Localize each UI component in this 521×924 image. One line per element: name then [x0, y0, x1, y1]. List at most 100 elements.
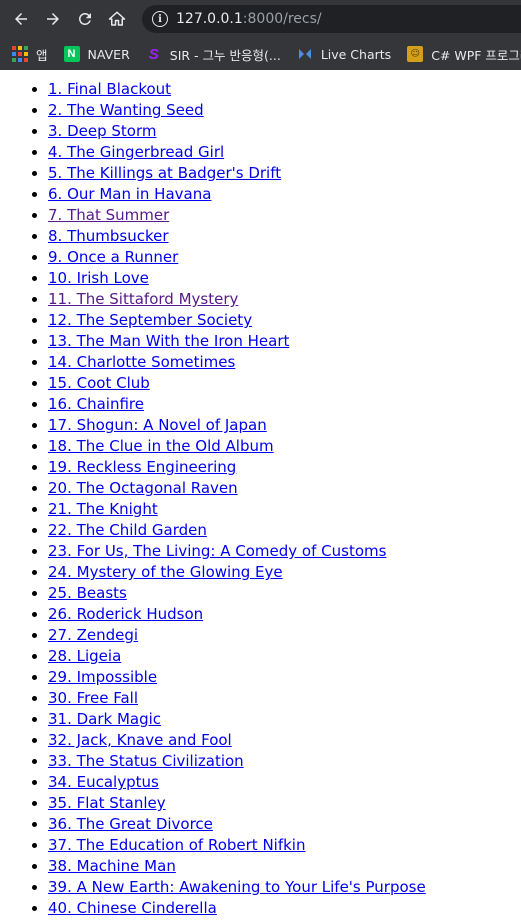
- naver-icon: N: [63, 46, 80, 62]
- list-item: 1. Final Blackout: [48, 79, 521, 100]
- list-item: 26. Roderick Hudson: [48, 604, 521, 625]
- list-item: 24. Mystery of the Glowing Eye: [48, 562, 521, 583]
- list-item: 16. Chainfire: [48, 394, 521, 415]
- list-item: 33. The Status Civilization: [48, 751, 521, 772]
- recommendation-link[interactable]: 17. Shogun: A Novel of Japan: [48, 416, 267, 434]
- recommendation-link[interactable]: 28. Ligeia: [48, 647, 121, 665]
- list-item: 27. Zendegi: [48, 625, 521, 646]
- recommendation-link[interactable]: 34. Eucalyptus: [48, 773, 159, 791]
- recommendation-link[interactable]: 14. Charlotte Sometimes: [48, 353, 235, 371]
- recommendation-link[interactable]: 7. That Summer: [48, 206, 169, 224]
- recommendation-link[interactable]: 22. The Child Garden: [48, 521, 207, 539]
- wpf-icon: ☺: [407, 46, 424, 62]
- bookmark-apps[interactable]: 앱: [12, 45, 48, 64]
- sir-icon: S: [148, 45, 159, 63]
- recommendation-link[interactable]: 12. The September Society: [48, 311, 252, 329]
- bookmark-label: 앱: [36, 47, 48, 63]
- list-item: 14. Charlotte Sometimes: [48, 352, 521, 373]
- list-item: 10. Irish Love: [48, 268, 521, 289]
- recommendation-link[interactable]: 24. Mystery of the Glowing Eye: [48, 563, 283, 581]
- bookmark-label: Live Charts: [320, 46, 392, 62]
- bookmark-live-charts[interactable]: Live Charts: [297, 46, 391, 62]
- live-charts-icon: [297, 46, 313, 62]
- list-item: 13. The Man With the Iron Heart: [48, 331, 521, 352]
- list-item: 9. Once a Runner: [48, 247, 521, 268]
- address-bar[interactable]: i 127.0.0.1:8000/recs/: [142, 5, 521, 33]
- list-item: 2. The Wanting Seed: [48, 100, 521, 121]
- list-item: 25. Beasts: [48, 583, 521, 604]
- recommendation-link[interactable]: 9. Once a Runner: [48, 248, 178, 266]
- url-path: :8000/recs/: [242, 11, 322, 27]
- recommendation-link[interactable]: 19. Reckless Engineering: [48, 458, 236, 476]
- bookmark-label: C# WPF 프로그래...: [431, 47, 521, 63]
- recommendation-link[interactable]: 11. The Sittaford Mystery: [48, 290, 238, 308]
- apps-grid-icon: [12, 46, 28, 62]
- url-host: 127.0.0.1: [176, 11, 243, 27]
- reload-icon: [78, 12, 91, 25]
- recommendation-link[interactable]: 3. Deep Storm: [48, 122, 156, 140]
- recommendation-link[interactable]: 39. A New Earth: Awakening to Your Life'…: [48, 878, 426, 896]
- recommendation-link[interactable]: 40. Chinese Cinderella: [48, 899, 217, 917]
- list-item: 39. A New Earth: Awakening to Your Life'…: [48, 877, 521, 898]
- recommendation-link[interactable]: 27. Zendegi: [48, 626, 138, 644]
- list-item: 18. The Clue in the Old Album: [48, 436, 521, 457]
- home-button[interactable]: [106, 8, 128, 30]
- recommendation-link[interactable]: 2. The Wanting Seed: [48, 101, 204, 119]
- recommendation-link[interactable]: 13. The Man With the Iron Heart: [48, 332, 289, 350]
- home-icon: [108, 11, 126, 26]
- arrow-left-icon: [15, 13, 27, 25]
- bookmark-sir[interactable]: S SIR - 그누 반응형(...: [146, 45, 281, 64]
- list-item: 23. For Us, The Living: A Comedy of Cust…: [48, 541, 521, 562]
- recommendation-link[interactable]: 38. Machine Man: [48, 857, 176, 875]
- recommendation-link[interactable]: 21. The Knight: [48, 500, 158, 518]
- recommendation-link[interactable]: 31. Dark Magic: [48, 710, 161, 728]
- list-item: 4. The Gingerbread Girl: [48, 142, 521, 163]
- recommendation-link[interactable]: 10. Irish Love: [48, 269, 149, 287]
- recommendation-link[interactable]: 23. For Us, The Living: A Comedy of Cust…: [48, 542, 386, 560]
- bookmarks-bar: 앱 N NAVER S SIR - 그누 반응형(... Live Charts…: [0, 38, 521, 70]
- list-item: 5. The Killings at Badger's Drift: [48, 163, 521, 184]
- list-item: 38. Machine Man: [48, 856, 521, 877]
- forward-button[interactable]: [42, 8, 64, 30]
- recommendation-link[interactable]: 29. Impossible: [48, 668, 157, 686]
- info-icon[interactable]: i: [152, 11, 168, 27]
- recommendation-link[interactable]: 33. The Status Civilization: [48, 752, 244, 770]
- list-item: 36. The Great Divorce: [48, 814, 521, 835]
- back-button[interactable]: [10, 8, 32, 30]
- recommendation-link[interactable]: 26. Roderick Hudson: [48, 605, 203, 623]
- browser-toolbar: i 127.0.0.1:8000/recs/: [0, 0, 521, 38]
- recommendation-link[interactable]: 6. Our Man in Havana: [48, 185, 211, 203]
- recommendation-link[interactable]: 36. The Great Divorce: [48, 815, 213, 833]
- recommendation-link[interactable]: 18. The Clue in the Old Album: [48, 437, 274, 455]
- recommendation-link[interactable]: 15. Coot Club: [48, 374, 150, 392]
- recommendation-link[interactable]: 8. Thumbsucker: [48, 227, 169, 245]
- recommendation-link[interactable]: 25. Beasts: [48, 584, 127, 602]
- list-item: 11. The Sittaford Mystery: [48, 289, 521, 310]
- list-item: 3. Deep Storm: [48, 121, 521, 142]
- arrow-right-icon: [47, 13, 59, 25]
- recommendation-link[interactable]: 5. The Killings at Badger's Drift: [48, 164, 281, 182]
- list-item: 28. Ligeia: [48, 646, 521, 667]
- recommendation-link[interactable]: 4. The Gingerbread Girl: [48, 143, 224, 161]
- recommendation-link[interactable]: 1. Final Blackout: [48, 80, 171, 98]
- bookmark-label: NAVER: [87, 46, 130, 62]
- list-item: 8. Thumbsucker: [48, 226, 521, 247]
- list-item: 17. Shogun: A Novel of Japan: [48, 415, 521, 436]
- recommendation-link[interactable]: 35. Flat Stanley: [48, 794, 166, 812]
- bookmark-naver[interactable]: N NAVER: [63, 46, 130, 62]
- list-item: 6. Our Man in Havana: [48, 184, 521, 205]
- recommendation-link[interactable]: 16. Chainfire: [48, 395, 144, 413]
- bookmark-wpf[interactable]: ☺ C# WPF 프로그래...: [407, 45, 521, 64]
- list-item: 37. The Education of Robert Nifkin: [48, 835, 521, 856]
- recommendation-link[interactable]: 32. Jack, Knave and Fool: [48, 731, 232, 749]
- list-item: 12. The September Society: [48, 310, 521, 331]
- reload-button[interactable]: [74, 8, 96, 30]
- recommendation-link[interactable]: 20. The Octagonal Raven: [48, 479, 238, 497]
- recommendation-link[interactable]: 30. Free Fall: [48, 689, 138, 707]
- list-item: 19. Reckless Engineering: [48, 457, 521, 478]
- page-content: 1. Final Blackout 2. The Wanting Seed 3. D…: [0, 70, 521, 919]
- recommendation-list: 1. Final Blackout 2. The Wanting Seed 3. D…: [0, 70, 521, 919]
- list-item: 32. Jack, Knave and Fool: [48, 730, 521, 751]
- recommendation-link[interactable]: 37. The Education of Robert Nifkin: [48, 836, 305, 854]
- list-item: 31. Dark Magic: [48, 709, 521, 730]
